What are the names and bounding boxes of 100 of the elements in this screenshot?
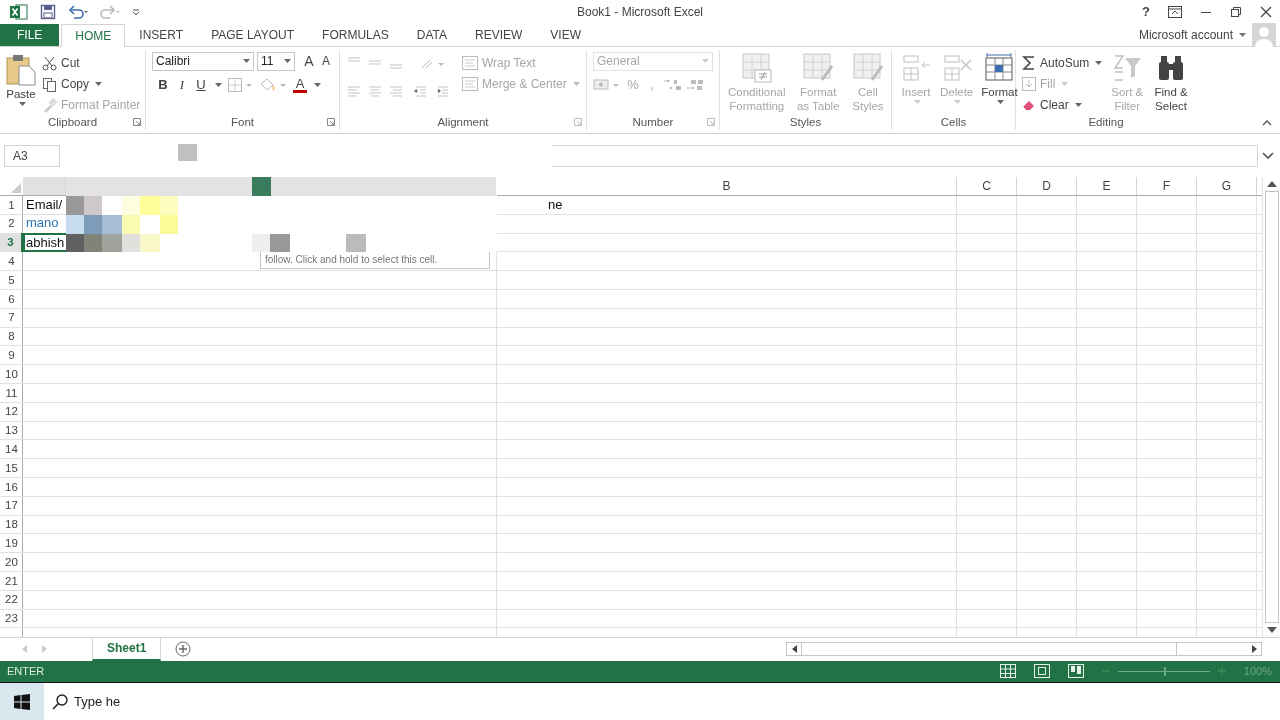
- vertical-scrollbar[interactable]: [1262, 176, 1280, 637]
- row-header[interactable]: 16: [0, 477, 23, 497]
- name-box[interactable]: A3: [4, 144, 60, 167]
- borders-icon[interactable]: [227, 76, 253, 93]
- caret-icon: [284, 59, 291, 64]
- row-header[interactable]: 20: [0, 552, 23, 572]
- formula-field[interactable]: [552, 144, 1258, 167]
- cut-button[interactable]: Cut: [42, 54, 141, 72]
- ribbon-tab[interactable]: DATA: [402, 23, 461, 46]
- normal-view-icon[interactable]: [999, 664, 1016, 679]
- column-header[interactable]: G: [1197, 176, 1257, 195]
- find-select-button[interactable]: Find & Select: [1152, 51, 1190, 113]
- column-header[interactable]: F: [1137, 176, 1197, 195]
- redo-icon[interactable]: [100, 4, 120, 19]
- scroll-down-icon[interactable]: [1266, 626, 1277, 633]
- font-family-field[interactable]: Calibri: [152, 51, 254, 71]
- dialog-launcher-icon[interactable]: [707, 117, 715, 126]
- dialog-launcher-icon[interactable]: [133, 117, 141, 126]
- cell-text: Email/: [26, 196, 63, 212]
- autosum-button[interactable]: AutoSum: [1022, 54, 1103, 72]
- ribbon-tab[interactable]: FORMULAS: [308, 23, 403, 46]
- ribbon-tab[interactable]: INSERT: [125, 23, 198, 46]
- eraser-icon: [1022, 98, 1036, 113]
- row-header[interactable]: 6: [0, 289, 23, 309]
- row-header[interactable]: 18: [0, 515, 23, 534]
- expand-formula-icon[interactable]: [1262, 151, 1274, 160]
- previous-sheet-icon[interactable]: [22, 645, 28, 654]
- scroll-thumb[interactable]: [1264, 190, 1279, 623]
- row-header[interactable]: 1: [0, 195, 23, 215]
- scroll-up-icon[interactable]: [1266, 180, 1277, 187]
- row-header[interactable]: 21: [0, 571, 23, 591]
- window-title: Book1 - Microsoft Excel: [575, 4, 704, 19]
- row-header[interactable]: 13: [0, 421, 23, 440]
- group-label: Editing: [1088, 115, 1124, 128]
- font-color-button[interactable]: A: [293, 76, 307, 93]
- customize-icon[interactable]: [132, 7, 140, 16]
- ribbon-tab[interactable]: HOME: [61, 23, 126, 47]
- dialog-launcher-icon[interactable]: [574, 117, 582, 126]
- accounting-icon[interactable]: [593, 76, 621, 93]
- add-sheet-icon[interactable]: [175, 641, 192, 658]
- scroll-left-icon[interactable]: [791, 645, 797, 654]
- row-header[interactable]: 9: [0, 345, 23, 365]
- row-header[interactable]: 3: [0, 233, 23, 252]
- copy-button[interactable]: Copy: [42, 75, 141, 93]
- column-header[interactable]: D: [1017, 176, 1077, 195]
- row-header[interactable]: 2: [0, 214, 23, 234]
- row-header[interactable]: 4: [0, 251, 23, 271]
- column-header[interactable]: C: [957, 176, 1017, 195]
- cell-link[interactable]: mano: [26, 215, 59, 231]
- row-header[interactable]: 17: [0, 496, 23, 516]
- collapse-ribbon-icon[interactable]: [1262, 119, 1272, 126]
- underline-button[interactable]: U: [194, 77, 208, 93]
- row-header[interactable]: 19: [0, 533, 23, 553]
- row-header[interactable]: 10: [0, 364, 23, 384]
- italic-button[interactable]: I: [175, 76, 189, 93]
- row-header[interactable]: 8: [0, 327, 23, 346]
- clear-button[interactable]: Clear: [1022, 96, 1103, 114]
- zoom-in-icon[interactable]: [1217, 667, 1226, 676]
- paste-button[interactable]: Paste: [6, 51, 36, 106]
- row-header[interactable]: 23: [0, 609, 23, 628]
- fill-color-icon[interactable]: [258, 76, 288, 93]
- account-button[interactable]: Microsoft account: [1138, 27, 1233, 42]
- start-button[interactable]: [0, 683, 44, 720]
- shrink-font-button[interactable]: A: [319, 54, 333, 69]
- column-header[interactable]: [23, 176, 66, 195]
- file-tab[interactable]: FILE: [0, 23, 60, 46]
- grow-font-button[interactable]: A: [302, 53, 316, 70]
- format-button[interactable]: Format: [981, 51, 1018, 104]
- status-mode: ENTER: [7, 665, 45, 678]
- bold-button[interactable]: B: [156, 77, 170, 93]
- row-header[interactable]: 22: [0, 590, 23, 610]
- scroll-thumb[interactable]: [801, 642, 1177, 657]
- row-header[interactable]: 12: [0, 402, 23, 422]
- scroll-right-icon[interactable]: [1251, 645, 1257, 654]
- help-button[interactable]: ?: [1142, 4, 1150, 20]
- caret-icon: [1095, 61, 1103, 66]
- row-header[interactable]: 15: [0, 458, 23, 478]
- page-layout-icon[interactable]: [1033, 664, 1050, 679]
- column-header[interactable]: E: [1077, 176, 1137, 195]
- next-sheet-icon[interactable]: [42, 645, 48, 654]
- save-icon[interactable]: [40, 3, 56, 20]
- row-header[interactable]: 14: [0, 439, 23, 459]
- row-header[interactable]: 7: [0, 308, 23, 328]
- caret-icon[interactable]: [1239, 32, 1246, 37]
- font-size-field[interactable]: 11: [257, 51, 295, 71]
- undo-icon[interactable]: [68, 4, 88, 19]
- ribbon-tab[interactable]: PAGE LAYOUT: [197, 23, 309, 46]
- select-all-icon[interactable]: [11, 182, 21, 193]
- row-header[interactable]: 11: [0, 383, 23, 403]
- ribbon-tab[interactable]: REVIEW: [461, 23, 537, 46]
- close-icon[interactable]: [1260, 5, 1272, 18]
- search-icon: [52, 693, 68, 710]
- horizontal-scrollbar[interactable]: [786, 642, 1262, 657]
- page-break-icon[interactable]: [1067, 664, 1084, 679]
- ribbon-display-icon[interactable]: [1168, 5, 1182, 18]
- ribbon-tab[interactable]: VIEW: [536, 23, 595, 46]
- row-header[interactable]: 5: [0, 270, 23, 290]
- dialog-launcher-icon[interactable]: [327, 117, 335, 126]
- zoom-thumb[interactable]: [1163, 666, 1166, 676]
- restore-icon[interactable]: [1230, 5, 1242, 18]
